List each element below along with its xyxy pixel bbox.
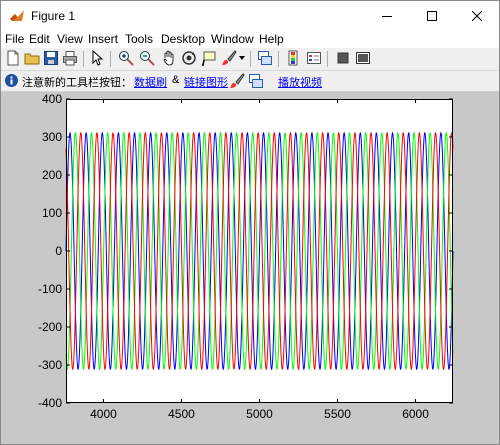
plot-axes[interactable]: 4000 4500 5000 5500 6000 400 300 200 100 0 -100 -20…	[0, 0, 500, 445]
x-tick-label: 4000	[90, 407, 117, 421]
y-tick-label: -300	[38, 358, 62, 372]
x-tick-label: 5000	[246, 407, 273, 421]
y-tick-label: 100	[42, 206, 62, 220]
y-tick-label: 0	[55, 244, 62, 258]
y-tick-label: -400	[38, 396, 62, 410]
x-tick-label: 5500	[324, 407, 351, 421]
x-tick-label: 4500	[168, 407, 195, 421]
y-tick-label: 200	[42, 168, 62, 182]
y-tick-label: 400	[42, 92, 62, 106]
x-tick-label: 6000	[402, 407, 429, 421]
y-tick-label: -200	[38, 320, 62, 334]
y-tick-label: 300	[42, 130, 62, 144]
y-tick-label: -100	[38, 282, 62, 296]
